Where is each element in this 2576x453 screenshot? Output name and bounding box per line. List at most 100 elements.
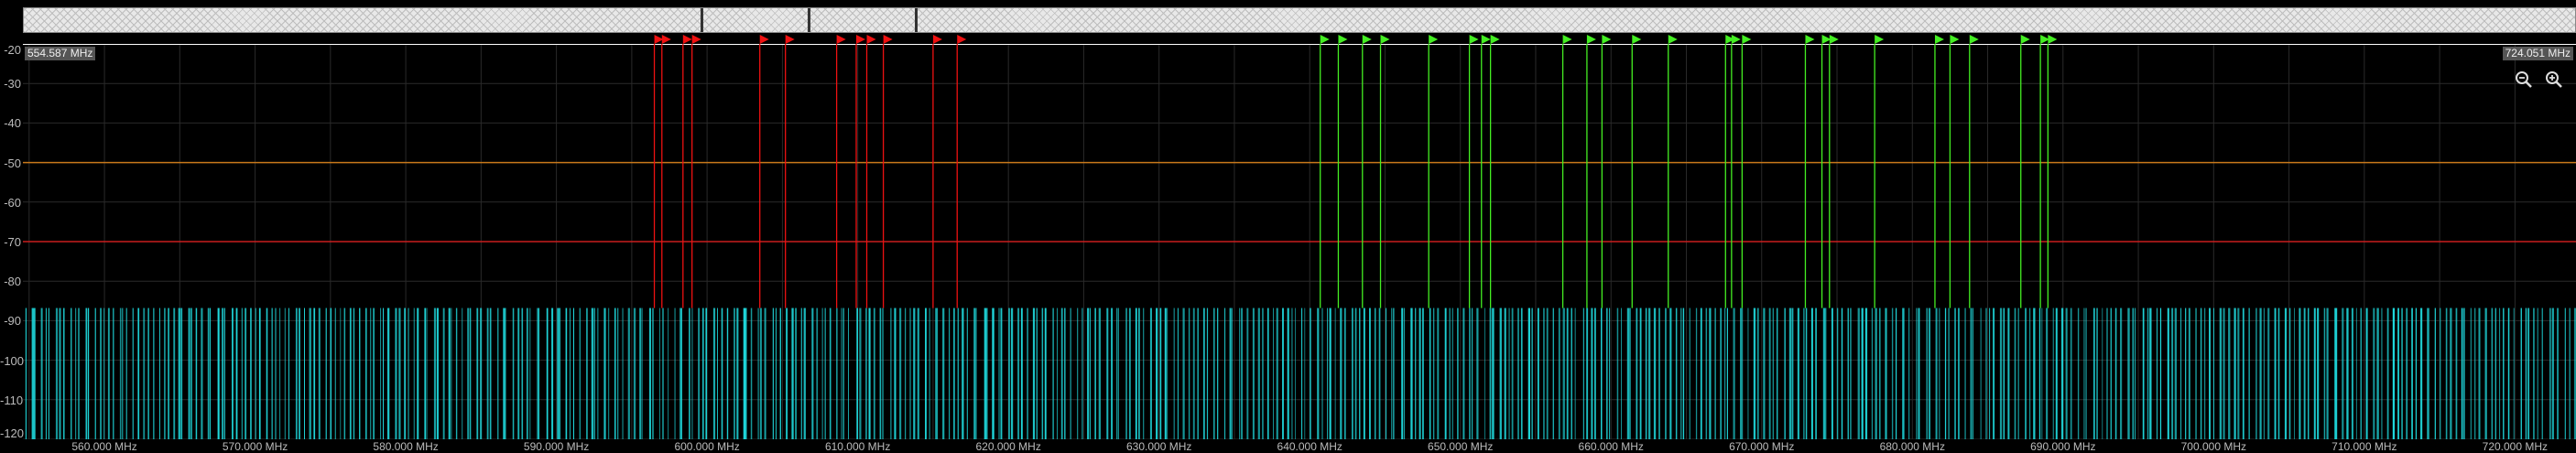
zoom-out-icon[interactable] <box>2514 70 2534 90</box>
noise-floor-bar <box>1903 307 1905 439</box>
red-marker-flag[interactable] <box>856 35 866 44</box>
noise-floor-bar <box>279 307 281 439</box>
noise-floor-bar <box>859 307 862 439</box>
green-marker-flag[interactable] <box>1338 35 1348 44</box>
overview-handle-right[interactable] <box>915 8 918 32</box>
red-marker-flag[interactable] <box>866 35 876 44</box>
noise-floor-bar <box>764 307 766 439</box>
noise-floor-bar <box>698 307 700 439</box>
noise-floor-bar <box>586 307 588 439</box>
red-marker-flag[interactable] <box>785 35 795 44</box>
noise-floor-bar <box>1929 307 1930 439</box>
noise-floor-bar <box>1944 307 1947 439</box>
noise-floor-bar <box>2415 307 2418 439</box>
noise-floor-bar <box>1057 307 1058 439</box>
noise-floor-bar <box>962 307 964 439</box>
noise-floor-bar <box>1224 307 1226 439</box>
noise-floor-bar <box>551 307 554 439</box>
noise-floor-bar <box>608 307 610 439</box>
noise-floor-bar <box>1566 307 1569 439</box>
green-marker-flag[interactable] <box>1429 35 1439 44</box>
overview-handle-left[interactable] <box>700 8 703 32</box>
noise-floor-bar <box>1724 307 1726 439</box>
green-marker-flag[interactable] <box>1602 35 1612 44</box>
noise-floor-bar <box>2061 307 2064 439</box>
noise-floor-bar <box>2052 307 2054 439</box>
green-marker-flag[interactable] <box>1562 35 1572 44</box>
noise-floor-bar <box>1558 307 1560 439</box>
red-marker-flag[interactable] <box>691 35 701 44</box>
green-marker-flag[interactable] <box>1969 35 1979 44</box>
noise-floor-bar <box>546 307 549 439</box>
noise-floor-bar <box>1138 307 1140 439</box>
noise-floor-bar <box>417 307 419 439</box>
red-marker-flag[interactable] <box>759 35 769 44</box>
noise-floor-bar <box>1415 307 1417 439</box>
green-marker-flag[interactable] <box>1490 35 1500 44</box>
x-tick-label: 610.000 MHz <box>824 440 891 453</box>
noise-floor-bar <box>1582 307 1584 439</box>
noise-floor-bar <box>1287 307 1289 439</box>
red-marker-flag[interactable] <box>682 35 692 44</box>
green-marker-flag[interactable] <box>1805 35 1815 44</box>
noise-floor-bar <box>1291 307 1293 439</box>
noise-floor-bar <box>1629 307 1631 439</box>
noise-floor-bar <box>119 307 122 439</box>
green-marker-flag[interactable] <box>1362 35 1372 44</box>
red-marker-flag[interactable] <box>932 35 942 44</box>
noise-floor-bar <box>1700 307 1702 439</box>
noise-floor-bar <box>1484 307 1485 439</box>
green-marker-flag[interactable] <box>1950 35 1960 44</box>
green-marker-flag[interactable] <box>1668 35 1678 44</box>
noise-floor-bar <box>1246 307 1249 439</box>
noise-floor-bar <box>1213 307 1215 439</box>
noise-floor-bar <box>122 307 124 439</box>
green-marker-flag[interactable] <box>1934 35 1944 44</box>
noise-floor-bar <box>868 307 871 439</box>
green-marker-flag[interactable] <box>1731 35 1741 44</box>
noise-floor-bar <box>1301 307 1303 439</box>
green-marker-flag[interactable] <box>1829 35 1839 44</box>
green-marker-flag[interactable] <box>2020 35 2030 44</box>
noise-floor-bar <box>1885 307 1887 439</box>
green-marker-flag[interactable] <box>1481 35 1491 44</box>
spectrum-plot[interactable] <box>23 44 2576 439</box>
noise-floor-bar <box>1948 307 1950 439</box>
zoom-in-icon[interactable] <box>2544 70 2564 90</box>
noise-floor-bar <box>2077 307 2080 439</box>
overview-handle-center[interactable] <box>807 8 810 32</box>
noise-floor-bar <box>85 307 87 439</box>
green-marker-flag[interactable] <box>2048 35 2058 44</box>
green-marker-flag[interactable] <box>1586 35 1596 44</box>
noise-floor-bar <box>2494 307 2496 439</box>
overview-scrollbar[interactable] <box>23 7 2576 33</box>
noise-floor-bar <box>1252 307 1255 439</box>
green-marker-flag[interactable] <box>1742 35 1752 44</box>
green-marker-flag[interactable] <box>1469 35 1479 44</box>
noise-floor-bar <box>2376 307 2379 439</box>
x-tick-label: 560.000 MHz <box>71 440 137 453</box>
noise-floor-bar <box>1499 307 1502 439</box>
noise-floor-bar <box>1601 307 1603 439</box>
noise-floor-bar <box>1682 307 1685 439</box>
noise-floor-bar <box>985 307 988 439</box>
noise-floor-bar <box>2055 307 2058 439</box>
noise-floor-bar <box>2427 307 2429 439</box>
noise-floor-bar <box>821 307 823 439</box>
green-marker-flag[interactable] <box>1380 35 1390 44</box>
red-marker-flag[interactable] <box>836 35 846 44</box>
noise-floor-bar <box>2259 307 2262 439</box>
noise-floor-bar <box>241 307 243 439</box>
green-marker-flag[interactable] <box>1875 35 1885 44</box>
noise-floor-bar <box>349 307 352 439</box>
noise-floor-bar <box>865 307 867 439</box>
noise-floor-bar <box>1847 307 1849 439</box>
noise-floor-bar <box>1753 307 1756 439</box>
green-marker-flag[interactable] <box>1320 35 1330 44</box>
green-marker-flag[interactable] <box>1632 35 1642 44</box>
noise-floor-bar <box>448 307 451 439</box>
noise-floor-bar <box>2195 307 2197 439</box>
red-marker-flag[interactable] <box>883 35 893 44</box>
red-marker-flag[interactable] <box>957 35 967 44</box>
red-marker-flag[interactable] <box>661 35 671 44</box>
